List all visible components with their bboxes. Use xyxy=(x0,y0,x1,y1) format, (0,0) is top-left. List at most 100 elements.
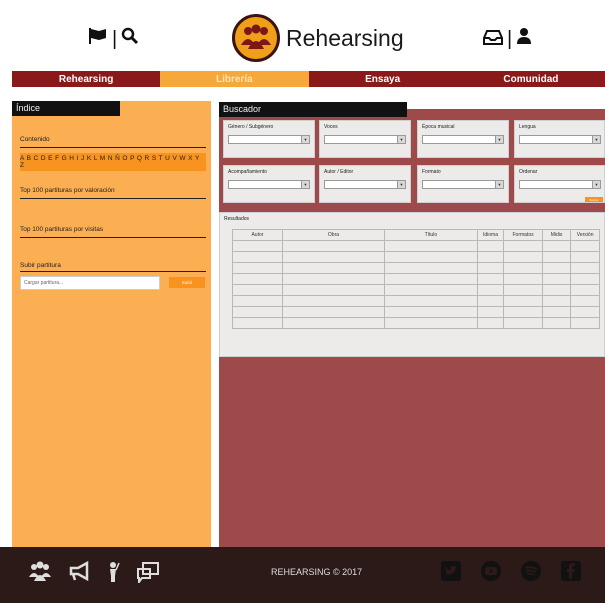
table-cell xyxy=(570,317,600,329)
column-header[interactable]: Midis xyxy=(541,229,572,241)
table-cell xyxy=(281,295,386,307)
table-row[interactable] xyxy=(232,317,600,329)
epoca-select[interactable]: ▼ xyxy=(422,135,504,144)
chevron-down-icon: ▼ xyxy=(301,136,309,143)
user-icon[interactable] xyxy=(516,27,532,51)
formato-select[interactable]: ▼ xyxy=(422,180,504,189)
table-cell xyxy=(281,273,386,285)
table-cell xyxy=(476,240,505,252)
header-left-icons: | xyxy=(88,26,139,52)
subir-partitura-label: Subir partitura xyxy=(20,262,61,269)
table-cell xyxy=(503,262,543,274)
top-visitas-link[interactable]: Top 100 partituras por visitas xyxy=(20,226,103,233)
column-header[interactable]: Obra xyxy=(281,229,386,241)
table-cell xyxy=(476,295,505,307)
table-cell xyxy=(541,240,572,252)
table-cell xyxy=(503,317,543,329)
contenido-label: Contenido xyxy=(20,136,50,143)
buscador-title: Buscador xyxy=(219,102,407,117)
divider xyxy=(20,147,206,148)
autor-select[interactable]: ▼ xyxy=(324,180,406,189)
table-cell xyxy=(541,295,572,307)
alphabet-filter[interactable]: A B C D E F G H I J K L M N Ñ O P Q R S … xyxy=(20,153,206,171)
table-cell xyxy=(476,317,505,329)
table-cell xyxy=(384,306,478,318)
logo-emblem-icon xyxy=(232,14,280,62)
table-cell xyxy=(232,284,283,296)
chevron-down-icon: ▼ xyxy=(301,181,309,188)
flag-icon[interactable] xyxy=(88,27,108,51)
divider xyxy=(20,271,206,272)
sidebar-index: Índice Contenido A B C D E F G H I J K L… xyxy=(12,101,211,547)
results-body xyxy=(232,240,600,329)
acompanamiento-select[interactable]: ▼ xyxy=(228,180,310,189)
table-cell xyxy=(570,273,600,285)
spotify-icon[interactable] xyxy=(521,561,541,581)
chat-icon[interactable] xyxy=(136,561,160,589)
table-cell xyxy=(232,273,283,285)
logo[interactable]: Rehearsing xyxy=(232,14,442,62)
lengua-select[interactable]: ▼ xyxy=(519,135,601,144)
app-title: Rehearsing xyxy=(286,24,404,51)
table-row[interactable] xyxy=(232,284,600,296)
table-cell xyxy=(384,240,478,252)
column-header[interactable]: Idioma xyxy=(476,229,505,241)
table-cell xyxy=(476,251,505,263)
table-cell xyxy=(476,273,505,285)
facebook-icon[interactable] xyxy=(561,561,581,581)
chevron-down-icon: ▼ xyxy=(397,181,405,188)
table-row[interactable] xyxy=(232,251,600,263)
table-row[interactable] xyxy=(232,273,600,285)
table-cell xyxy=(570,251,600,263)
genero-select[interactable]: ▼ xyxy=(228,135,310,144)
filter-label: Autor / Editor xyxy=(324,169,354,175)
conductor-icon[interactable] xyxy=(106,561,120,589)
ordenar-select[interactable]: ▼ xyxy=(519,180,601,189)
inbox-icon[interactable] xyxy=(483,28,503,51)
chevron-down-icon: ▼ xyxy=(397,136,405,143)
table-cell xyxy=(232,240,283,252)
table-row[interactable] xyxy=(232,306,600,318)
search-icon[interactable] xyxy=(121,27,139,51)
main-nav: Rehearsing Librería Ensaya Comunidad xyxy=(12,71,605,87)
nav-item-comunidad[interactable]: Comunidad xyxy=(457,71,605,87)
filter-ordenar: Ordenar ▼ Buscar xyxy=(514,165,605,203)
upload-button[interactable]: Subir xyxy=(169,277,205,288)
voces-select[interactable]: ▼ xyxy=(324,135,406,144)
filter-label: Época musical xyxy=(422,124,455,130)
table-row[interactable] xyxy=(232,295,600,307)
column-header[interactable]: Formatos xyxy=(503,229,543,241)
copyright: REHEARSING © 2017 xyxy=(271,567,363,577)
results-table: Autor Obra Título Idioma Formatos Midis … xyxy=(232,229,600,329)
nav-item-libreria[interactable]: Librería xyxy=(160,71,309,87)
table-cell xyxy=(541,262,572,274)
table-cell xyxy=(281,262,386,274)
table-cell xyxy=(570,306,600,318)
chevron-down-icon: ▼ xyxy=(592,181,600,188)
table-cell xyxy=(384,273,478,285)
filter-label: Acompañamiento xyxy=(228,169,267,175)
upload-file-input[interactable]: Cargar partitura... xyxy=(20,276,160,290)
column-header[interactable]: Autor xyxy=(232,229,283,241)
table-row[interactable] xyxy=(232,262,600,274)
table-cell xyxy=(503,295,543,307)
table-cell xyxy=(541,284,572,296)
table-row[interactable] xyxy=(232,240,600,252)
megaphone-icon[interactable] xyxy=(68,560,90,589)
table-cell xyxy=(384,317,478,329)
table-cell xyxy=(541,306,572,318)
group-icon[interactable] xyxy=(28,561,52,589)
filter-label: Ordenar xyxy=(519,169,538,175)
column-header[interactable]: Título xyxy=(384,229,478,241)
table-cell xyxy=(503,284,543,296)
results-label: Resultados xyxy=(224,216,250,222)
top-valoracion-link[interactable]: Top 100 partituras por valoración xyxy=(20,187,115,194)
nav-item-rehearsing[interactable]: Rehearsing xyxy=(12,71,160,87)
youtube-icon[interactable] xyxy=(481,561,501,581)
table-cell xyxy=(384,295,478,307)
search-button[interactable]: Buscar xyxy=(585,197,603,202)
divider xyxy=(20,198,206,199)
column-header[interactable]: Versión xyxy=(570,229,600,241)
nav-item-ensaya[interactable]: Ensaya xyxy=(309,71,457,87)
twitter-icon[interactable] xyxy=(441,561,461,581)
